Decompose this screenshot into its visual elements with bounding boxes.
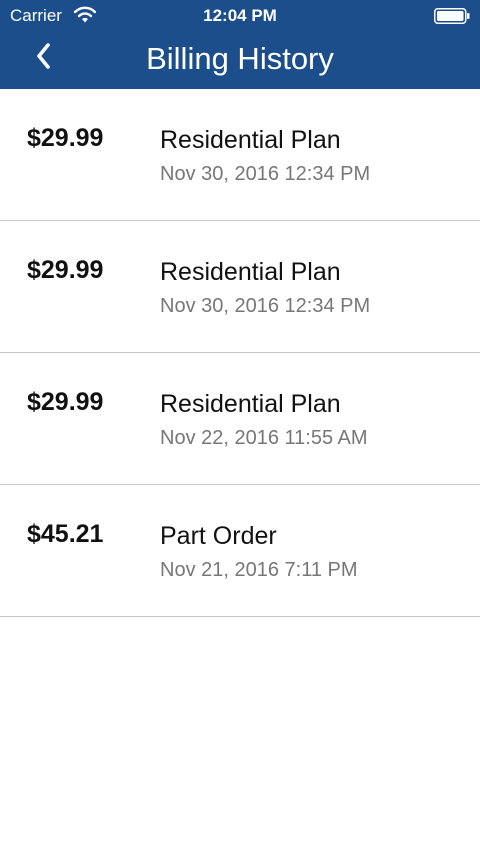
page-title: Billing History	[146, 41, 334, 76]
billing-list: $29.99 Residential Plan Nov 30, 2016 12:…	[0, 89, 480, 617]
billing-amount: $29.99	[27, 124, 104, 152]
billing-row[interactable]: $29.99 Residential Plan Nov 30, 2016 12:…	[0, 89, 480, 221]
billing-history-screen: Carrier 12:04 PM Billing History $29.99 …	[0, 0, 480, 852]
status-time: 12:04 PM	[203, 6, 277, 25]
billing-amount: $29.99	[27, 388, 104, 416]
billing-description: Part Order	[160, 522, 277, 550]
billing-date: Nov 22, 2016 11:55 AM	[160, 427, 368, 449]
billing-date: Nov 30, 2016 12:34 PM	[160, 163, 371, 185]
billing-amount: $29.99	[27, 256, 104, 284]
billing-row[interactable]: $29.99 Residential Plan Nov 30, 2016 12:…	[0, 221, 480, 353]
billing-date: Nov 21, 2016 7:11 PM	[160, 559, 358, 581]
battery-icon	[434, 8, 470, 24]
navigation-bar: Billing History	[0, 32, 480, 89]
billing-date: Nov 30, 2016 12:34 PM	[160, 295, 371, 317]
billing-description: Residential Plan	[160, 258, 341, 286]
billing-amount: $45.21	[27, 520, 104, 548]
billing-row[interactable]: $29.99 Residential Plan Nov 22, 2016 11:…	[0, 353, 480, 485]
status-bar: Carrier 12:04 PM	[0, 0, 480, 32]
billing-row[interactable]: $45.21 Part Order Nov 21, 2016 7:11 PM	[0, 485, 480, 617]
billing-description: Residential Plan	[160, 126, 341, 154]
header: Carrier 12:04 PM Billing History	[0, 0, 480, 89]
billing-description: Residential Plan	[160, 390, 341, 418]
